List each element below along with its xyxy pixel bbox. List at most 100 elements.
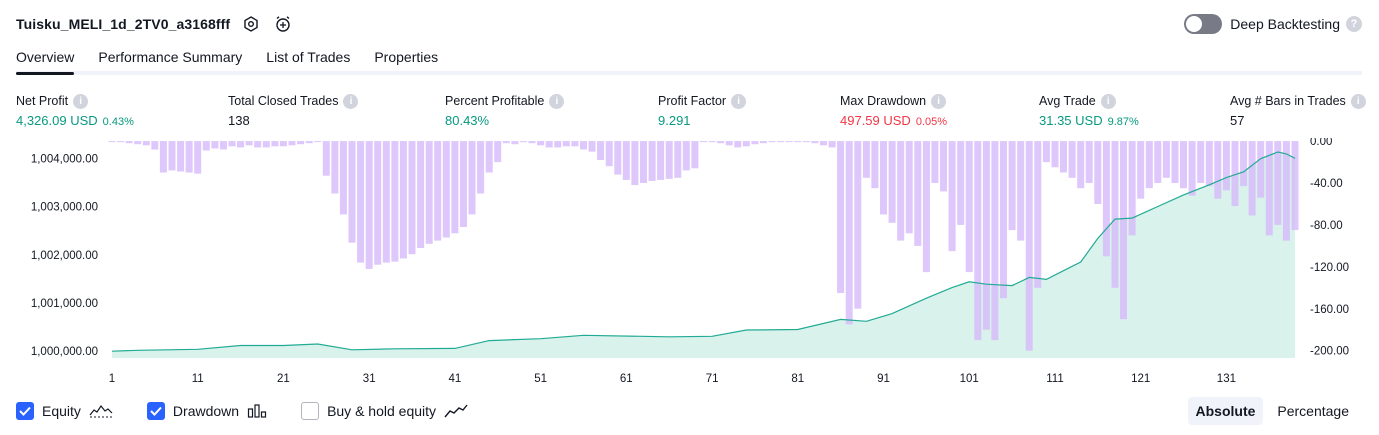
- drawdown-bar: [580, 141, 587, 150]
- strategy-name: Tuisku_MELI_1d_2TV0_a3168fff: [16, 16, 231, 32]
- metric-label: Percent Profitable: [445, 94, 545, 108]
- metric-value: 57: [1230, 113, 1245, 128]
- drawdown-bar: [494, 141, 502, 163]
- drawdown-bar: [991, 141, 999, 341]
- drawdown-bar: [811, 141, 819, 144]
- drawdown-bar: [1180, 141, 1187, 189]
- equity-drawdown-chart[interactable]: 1,004,000.00 1,003,000.00 1,002,000.00 1,00…: [0, 138, 1379, 388]
- drawdown-bar: [374, 141, 382, 265]
- drawdown-checkbox[interactable]: [146, 402, 165, 420]
- drawdown-bar: [940, 141, 947, 192]
- drawdown-bar: [571, 141, 579, 147]
- drawdown-bar: [597, 141, 605, 160]
- absolute-button[interactable]: Absolute: [1187, 397, 1264, 425]
- drawdown-bar: [1154, 141, 1162, 183]
- tab-performance-summary[interactable]: Performance Summary: [98, 44, 242, 71]
- metric-value: 9.291: [658, 113, 691, 128]
- drawdown-bar: [151, 141, 159, 150]
- drawdown-bar: [1008, 141, 1016, 231]
- metric-net-profit: Net Profit i 4,326.09 USD 0.43%: [16, 92, 134, 128]
- equity-axis-label: 1,003,000.00: [31, 202, 98, 214]
- help-icon[interactable]: ?: [1346, 16, 1362, 32]
- drawdown-bar: [159, 141, 167, 173]
- drawdown-bar: [914, 141, 922, 246]
- equity-checkbox[interactable]: [16, 402, 34, 420]
- drawdown-bar: [802, 141, 810, 143]
- drawdown-bar: [125, 141, 133, 144]
- drawdown-bar: [845, 141, 853, 325]
- drawdown-bar: [1205, 141, 1213, 187]
- drawdown-bar: [1214, 141, 1222, 199]
- drawdown-bar: [1282, 141, 1290, 241]
- drawdown-bar: [425, 141, 433, 244]
- drawdown-bar: [1120, 141, 1127, 320]
- drawdown-bar: [1248, 141, 1256, 216]
- legend-equity-label: Equity: [42, 403, 81, 419]
- drawdown-bar: [648, 141, 656, 181]
- drawdown-bar: [734, 141, 742, 148]
- metric-label: Avg # Bars in Trades: [1230, 94, 1346, 108]
- equity-axis-label: 1,001,000.00: [31, 298, 98, 310]
- x-axis-label: 1: [109, 373, 115, 385]
- info-icon[interactable]: i: [1350, 93, 1366, 109]
- drawdown-bar: [631, 141, 639, 186]
- deep-backtesting-toggle[interactable]: [1184, 14, 1223, 34]
- info-icon[interactable]: i: [549, 93, 565, 109]
- drawdown-bar: [974, 141, 982, 341]
- alarm-add-icon[interactable]: [272, 13, 294, 35]
- percentage-button[interactable]: Percentage: [1269, 397, 1357, 425]
- metric-value: 31.35 USD: [1039, 113, 1103, 128]
- legend-buy-hold[interactable]: Buy & hold equity: [301, 402, 468, 420]
- legend-equity[interactable]: Equity: [16, 402, 113, 420]
- drawdown-bar: [708, 141, 716, 143]
- x-axis-label: 21: [277, 373, 290, 385]
- title-bar: Tuisku_MELI_1d_2TV0_a3168fff: [16, 12, 294, 36]
- drawdown-bar: [1222, 141, 1230, 191]
- drawdown-axis-label: -120.00: [1310, 262, 1349, 274]
- drawdown-bar: [1188, 141, 1196, 196]
- x-axis-label: 111: [1046, 373, 1063, 385]
- drawdown-bar: [957, 141, 965, 225]
- x-axis-label: 61: [620, 373, 633, 385]
- info-icon[interactable]: i: [931, 93, 947, 109]
- drawdown-bar: [434, 141, 442, 241]
- drawdown-bar: [768, 141, 776, 143]
- metric-avg-bars: Avg # Bars in Trades i 57: [1230, 92, 1366, 128]
- tab-list-of-trades[interactable]: List of Trades: [266, 44, 350, 71]
- drawdown-bar: [605, 141, 613, 167]
- drawdown-bar: [305, 141, 313, 144]
- drawdown-bar: [614, 141, 622, 175]
- drawdown-bar: [1162, 141, 1170, 178]
- drawdown-bar: [862, 141, 870, 178]
- drawdown-axis-label: -160.00: [1310, 304, 1349, 316]
- drawdown-bar: [1000, 141, 1007, 299]
- drawdown-bar: [279, 141, 287, 147]
- drawdown-bar: [142, 141, 150, 146]
- tab-properties[interactable]: Properties: [374, 44, 438, 71]
- area-series-icon: [89, 403, 113, 419]
- drawdown-bar: [1274, 141, 1282, 225]
- drawdown-bar: [520, 141, 527, 143]
- buy-hold-checkbox[interactable]: [301, 402, 320, 420]
- drawdown-bar: [134, 141, 142, 145]
- info-icon[interactable]: i: [1100, 93, 1116, 109]
- info-icon[interactable]: i: [73, 93, 89, 109]
- drawdown-bar: [837, 141, 845, 293]
- drawdown-bar: [365, 141, 373, 269]
- tab-overview[interactable]: Overview: [16, 44, 75, 75]
- metric-percent: 9.87%: [1107, 116, 1139, 128]
- info-icon[interactable]: i: [343, 93, 359, 109]
- drawdown-bar: [725, 141, 733, 146]
- drawdown-bar: [880, 141, 887, 215]
- drawdown-bar: [391, 141, 399, 262]
- metric-label: Avg Trade: [1039, 94, 1096, 108]
- metric-max-drawdown: Max Drawdown i 497.59 USD 0.05%: [840, 92, 947, 128]
- drawdown-bar: [1240, 141, 1248, 187]
- metric-value: 497.59 USD: [840, 113, 911, 128]
- legend-drawdown[interactable]: Drawdown: [146, 402, 267, 420]
- drawdown-bar: [254, 141, 262, 148]
- drawdown-bar: [177, 141, 185, 172]
- settings-icon[interactable]: [240, 13, 262, 35]
- drawdown-bar: [194, 141, 202, 174]
- info-icon[interactable]: i: [731, 93, 747, 109]
